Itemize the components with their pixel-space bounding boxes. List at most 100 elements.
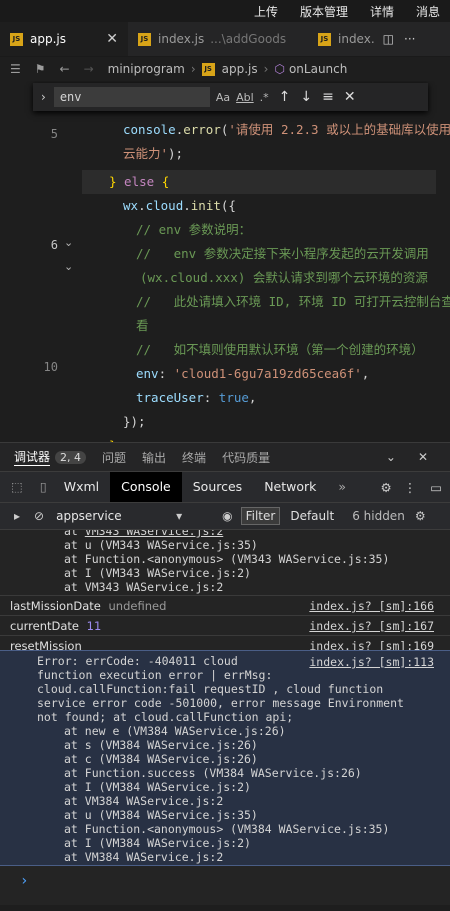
close-icon[interactable]: ✕ xyxy=(344,89,356,105)
tab-label: index.js xyxy=(158,32,205,46)
console-prompt[interactable]: › xyxy=(20,873,450,889)
line-number: 5 xyxy=(50,127,58,141)
console-log-row: lastMissionDate undefined index.js? [sm]… xyxy=(0,595,450,616)
chevron-right-icon: › xyxy=(190,62,196,76)
stack-frame[interactable]: at VM343 WAService.js:2 xyxy=(64,580,450,594)
stack-frame[interactable]: at u (VM343 WAService.js:35) xyxy=(64,538,450,552)
tab-app-js[interactable]: JS app.js ✕ xyxy=(0,22,128,56)
code-line: } xyxy=(109,434,117,442)
stack-frame[interactable]: at s (VM384 WAService.js:26) xyxy=(64,738,450,752)
stack-frame[interactable]: at VM384 WAService.js:2 xyxy=(64,794,450,808)
code-line: wx.cloud.init({ xyxy=(123,198,236,213)
stack-frame[interactable]: at c (VM384 WAService.js:26) xyxy=(64,752,450,766)
breadcrumb-folder[interactable]: miniprogram xyxy=(108,62,185,76)
console-toolbar: ▸ ⊘ appservice ▾ ◉ Filter Default 6 hidd… xyxy=(0,502,450,530)
code-comment: // env 参数说明： xyxy=(136,222,252,237)
more-tabs-icon[interactable]: » xyxy=(327,472,357,502)
find-widget: › env Aa Abl .* ↑ ↓ ≡ ✕ xyxy=(33,83,428,111)
top-menu-bar: 上传 版本管理 详情 消息 xyxy=(0,0,450,22)
match-case-toggle[interactable]: Aa xyxy=(216,91,230,104)
terminal-tab[interactable]: 终端 xyxy=(182,449,206,466)
debugger-tab[interactable]: 调试器 xyxy=(14,448,51,466)
stack-frame[interactable]: at I (VM384 WAService.js:2) xyxy=(64,780,450,794)
undock-icon[interactable]: ▭ xyxy=(430,480,442,495)
previous-match-icon[interactable]: ↑ xyxy=(279,89,291,105)
stack-frame[interactable]: at Function.<anonymous> (VM384 WAService… xyxy=(64,822,450,836)
problems-tab[interactable]: 问题 xyxy=(102,449,126,466)
log-level-select[interactable]: Default xyxy=(290,509,334,523)
close-icon[interactable]: ✕ xyxy=(106,31,118,47)
more-icon[interactable]: ··· xyxy=(404,32,415,46)
log-source-link[interactable]: index.js? [sm]:167 xyxy=(309,616,434,636)
stack-frame[interactable]: at Function.success (VM384 WAService.js:… xyxy=(64,766,450,780)
error-message-line: function execution error | errMsg: xyxy=(37,668,273,682)
code-quality-tab[interactable]: 代码质量 xyxy=(222,449,270,466)
stack-frame[interactable]: at u (VM384 WAService.js:35) xyxy=(64,808,450,822)
stack-frame[interactable]: at new e (VM384 WAService.js:26) xyxy=(64,724,450,738)
devtools-tabs: ⬚ ▯ Wxml Console Sources Network » ⚙ ⋮ ▭ xyxy=(0,471,450,502)
code-comment: // 如不填则使用默认环境（第一个创建的环境） xyxy=(136,342,424,357)
fold-chevron-icon[interactable]: ⌄ xyxy=(64,236,73,249)
tab-network[interactable]: Network xyxy=(253,472,327,502)
log-label: currentDate xyxy=(10,619,79,633)
split-editor-icon[interactable]: ◫ xyxy=(383,32,394,46)
chevron-down-icon[interactable]: ▾ xyxy=(176,509,182,523)
whole-word-toggle[interactable]: Abl xyxy=(236,91,254,104)
settings-gear-icon[interactable]: ⚙ xyxy=(415,509,426,523)
device-toolbar-icon[interactable]: ▯ xyxy=(34,472,53,502)
code-comment: 看 xyxy=(136,318,149,333)
sidebar-toggle-icon[interactable]: ▸ xyxy=(14,509,20,523)
debugger-badge: 2, 4 xyxy=(55,450,87,464)
find-input[interactable]: env xyxy=(53,87,210,107)
breadcrumb-symbol[interactable]: onLaunch xyxy=(289,62,347,76)
tab-index[interactable]: JS index. ◫ ··· xyxy=(308,22,450,56)
back-arrow-icon[interactable]: ← xyxy=(60,62,70,76)
editor-tab-bar: JS app.js ✕ JS index.js ...\addGoods JS … xyxy=(0,22,450,57)
error-message-line: Error: errCode: -404011 cloud xyxy=(37,654,238,668)
breadcrumb: ☰ ⚑ ← → miniprogram › JS app.js › ⬡ onLa… xyxy=(0,57,450,81)
regex-toggle-icon[interactable]: .* xyxy=(260,91,269,104)
devtools-panel-header: 调试器 2, 4 问题 输出 终端 代码质量 ⌄ ✕ xyxy=(0,442,450,471)
list-icon[interactable]: ☰ xyxy=(10,62,21,76)
js-file-icon: JS xyxy=(10,32,23,46)
stack-frame[interactable]: at I (VM343 WAService.js:2) xyxy=(64,566,450,580)
console-output[interactable]: at VM343 WAService.js:2 at u (VM343 WASe… xyxy=(0,530,450,905)
more-menu-icon[interactable]: ⋮ xyxy=(404,480,417,495)
filter-input[interactable]: Filter xyxy=(240,507,281,525)
next-match-icon[interactable]: ↓ xyxy=(300,89,312,105)
context-select[interactable]: appservice xyxy=(56,509,176,523)
log-source-link[interactable]: index.js? [sm]:166 xyxy=(309,596,434,616)
tab-index-js-addgoods[interactable]: JS index.js ...\addGoods xyxy=(128,22,308,56)
stack-frame[interactable]: at Function.<anonymous> (VM343 WAService… xyxy=(64,552,450,566)
tab-console[interactable]: Console xyxy=(110,472,182,502)
find-in-selection-icon[interactable]: ≡ xyxy=(322,89,334,105)
code-line: } else { xyxy=(109,174,170,189)
forward-arrow-icon[interactable]: → xyxy=(84,62,94,76)
chevron-down-icon[interactable]: ⌄ xyxy=(386,450,396,464)
js-file-icon: JS xyxy=(138,32,151,46)
breadcrumb-file[interactable]: app.js xyxy=(222,62,258,76)
close-icon[interactable]: ✕ xyxy=(418,450,428,464)
clear-console-icon[interactable]: ⊘ xyxy=(34,509,44,523)
tab-wxml[interactable]: Wxml xyxy=(53,472,110,502)
fold-chevron-icon[interactable]: ⌄ xyxy=(64,260,73,273)
settings-gear-icon[interactable]: ⚙ xyxy=(380,480,391,495)
code-editor[interactable]: › env Aa Abl .* ↑ ↓ ≡ ✕ 5 6 ⌄ ⌄ 10 conso… xyxy=(0,81,450,442)
menu-details[interactable]: 详情 xyxy=(370,3,394,20)
bookmark-icon[interactable]: ⚑ xyxy=(35,62,46,76)
output-tab[interactable]: 输出 xyxy=(142,449,166,466)
stack-frame[interactable]: at VM384 WAService.js:2 xyxy=(64,850,450,864)
method-icon: ⬡ xyxy=(274,62,285,76)
tab-sources[interactable]: Sources xyxy=(182,472,253,502)
menu-version[interactable]: 版本管理 xyxy=(300,3,348,20)
menu-messages[interactable]: 消息 xyxy=(416,3,440,20)
inspect-element-icon[interactable]: ⬚ xyxy=(0,472,34,502)
code-line: 云能力'); xyxy=(123,146,184,161)
log-label: lastMissionDate xyxy=(10,599,101,613)
stack-frame[interactable]: at I (VM384 WAService.js:2) xyxy=(64,836,450,850)
eye-icon[interactable]: ◉ xyxy=(222,509,232,523)
menu-upload[interactable]: 上传 xyxy=(254,3,278,20)
error-message-line: cloud.callFunction:fail requestID , clou… xyxy=(37,682,384,696)
code-comment: // 此处请填入环境 ID, 环境 ID 可打开云控制台查 xyxy=(136,294,450,309)
toggle-replace-icon[interactable]: › xyxy=(33,90,54,104)
